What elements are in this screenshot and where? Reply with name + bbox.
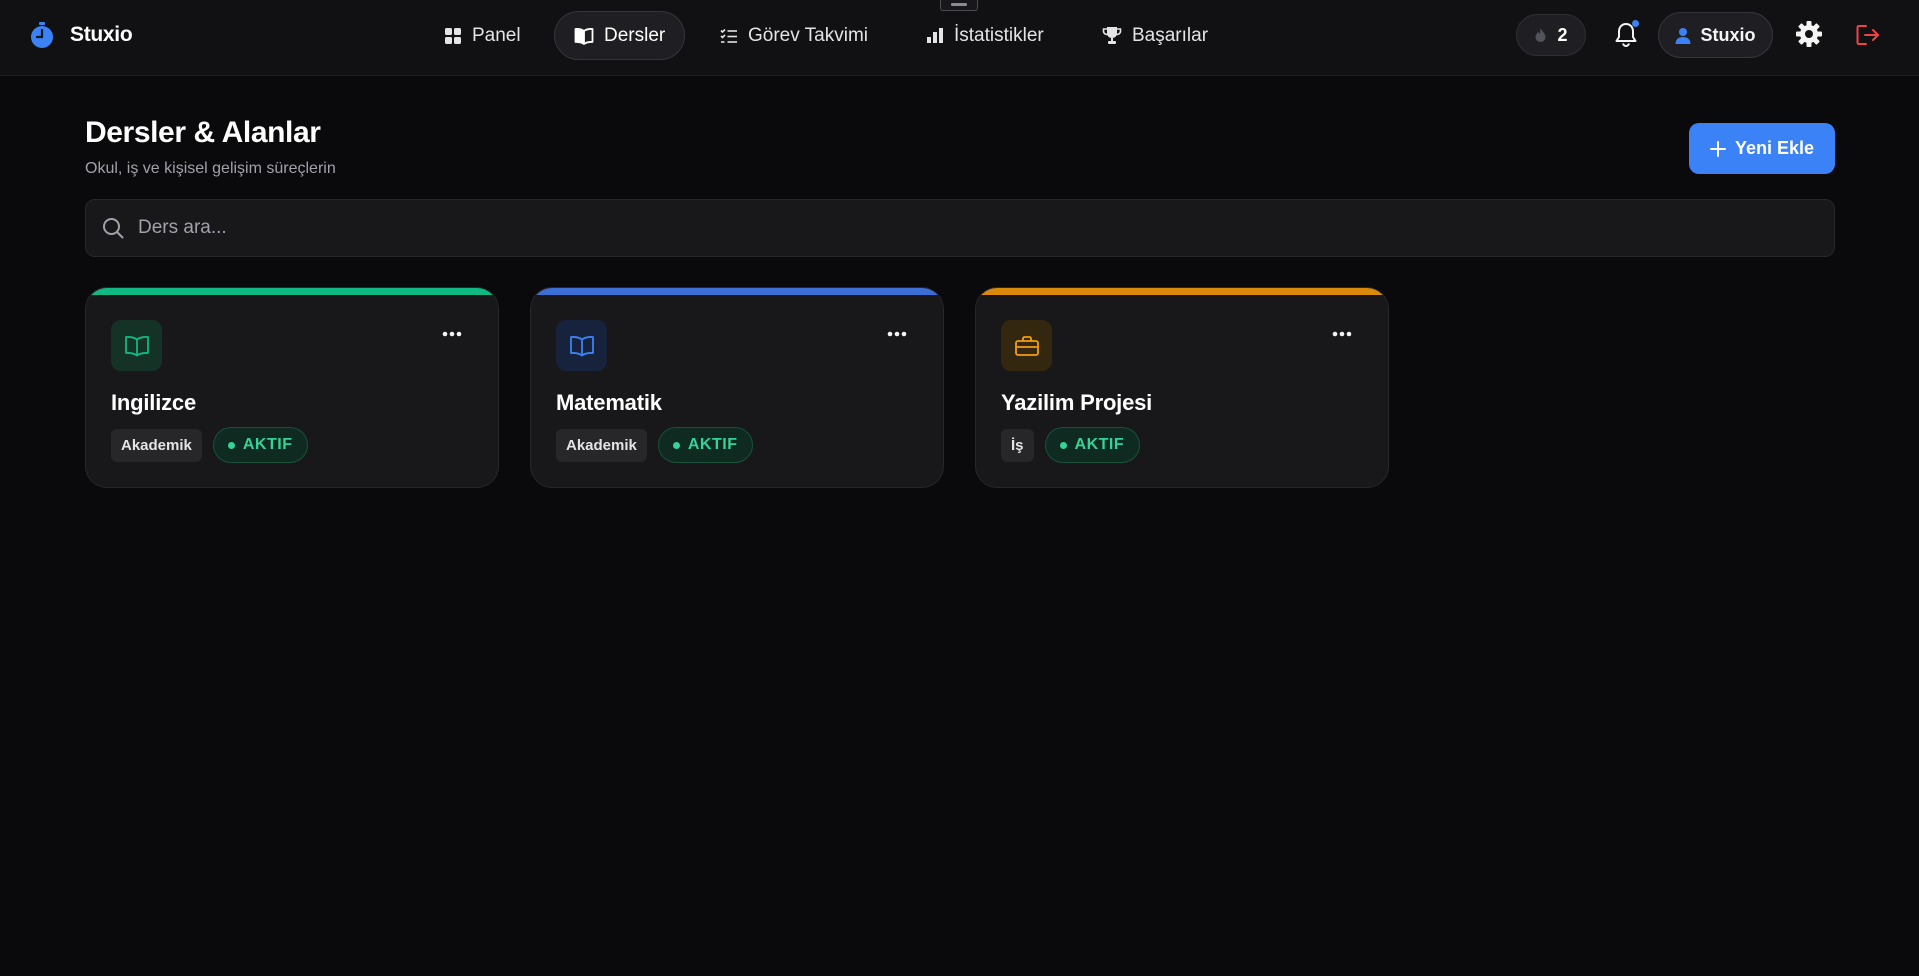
status-badge: AKTIF — [212, 427, 309, 463]
top-navbar: Stuxio Panel Dersler Görev Takvimi İstat… — [0, 0, 1919, 76]
card-tags: Akademik AKTIF — [556, 427, 754, 463]
logout-button[interactable] — [1853, 20, 1883, 50]
trophy-icon — [1102, 27, 1122, 44]
card-title: Yazilim Projesi — [1001, 390, 1153, 415]
user-menu-button[interactable]: Stuxio — [1658, 12, 1773, 58]
more-horizontal-icon — [442, 331, 462, 337]
add-new-label: Yeni Ekle — [1734, 138, 1815, 158]
brand[interactable]: Stuxio — [28, 20, 133, 50]
settings-button[interactable] — [1793, 18, 1825, 50]
card-title: Matematik — [556, 390, 662, 415]
page-title: Dersler & Alanlar — [85, 116, 321, 149]
gear-icon — [1796, 21, 1822, 47]
logout-icon — [1856, 25, 1879, 45]
card-accent-bar — [976, 288, 1388, 295]
nav-item-basarilar[interactable]: Başarılar — [1083, 11, 1227, 60]
status-badge: AKTIF — [1044, 427, 1141, 463]
brand-name: Stuxio — [70, 23, 133, 46]
status-dot — [227, 441, 235, 449]
streak-count: 2 — [1557, 24, 1568, 45]
nav-label: Panel — [472, 24, 521, 46]
book-open-icon — [556, 320, 607, 371]
card-tags: İş AKTIF — [1001, 427, 1141, 463]
course-card-ingilizce[interactable]: Ingilizce Akademik AKTIF — [85, 287, 499, 488]
course-card-yazilim-projesi[interactable]: Yazilim Projesi İş AKTIF — [975, 287, 1389, 488]
notifications-button[interactable] — [1608, 17, 1644, 53]
status-label: AKTIF — [687, 436, 738, 453]
nav-item-panel[interactable]: Panel — [425, 11, 540, 60]
nav-label: Görev Takvimi — [748, 24, 869, 46]
nav-label: Başarılar — [1132, 24, 1209, 46]
more-horizontal-icon — [887, 331, 907, 337]
streak-counter[interactable]: 2 — [1516, 14, 1586, 56]
nav-item-gorev-takvimi[interactable]: Görev Takvimi — [701, 11, 887, 60]
nav-item-istatistikler[interactable]: İstatistikler — [907, 11, 1063, 60]
status-label: AKTIF — [242, 436, 293, 453]
plus-icon — [1709, 140, 1726, 157]
search-input[interactable] — [138, 200, 1834, 256]
flame-icon — [1535, 28, 1546, 42]
course-card-matematik[interactable]: Matematik Akademik AKTIF — [530, 287, 944, 488]
bar-chart-icon — [927, 28, 943, 43]
status-label: AKTIF — [1074, 436, 1125, 453]
search-bar — [85, 199, 1835, 257]
status-dot — [672, 441, 680, 449]
grid-icon — [445, 27, 461, 44]
add-new-button[interactable]: Yeni Ekle — [1689, 123, 1835, 174]
card-more-button[interactable] — [1328, 324, 1356, 344]
status-badge: AKTIF — [657, 427, 754, 463]
nav-label: İstatistikler — [954, 24, 1044, 46]
more-horizontal-icon — [1332, 331, 1352, 337]
category-tag: Akademik — [556, 428, 647, 462]
search-icon — [103, 218, 124, 239]
card-tags: Akademik AKTIF — [111, 427, 309, 463]
card-more-button[interactable] — [883, 324, 911, 344]
window-drag-handle[interactable] — [940, 0, 978, 11]
card-more-button[interactable] — [438, 324, 466, 344]
card-accent-bar — [531, 288, 943, 295]
stopwatch-icon — [28, 21, 56, 49]
user-name: Stuxio — [1700, 24, 1756, 45]
category-tag: Akademik — [111, 428, 202, 462]
nav-label: Dersler — [604, 24, 666, 46]
page-subtitle: Okul, iş ve kişisel gelişim süreçlerin — [85, 160, 336, 177]
briefcase-icon — [1001, 320, 1052, 371]
notification-dot — [1632, 20, 1639, 27]
list-checks-icon — [720, 28, 737, 43]
book-open-icon — [111, 320, 162, 371]
status-dot — [1059, 441, 1067, 449]
card-title: Ingilizce — [111, 390, 196, 415]
user-icon — [1675, 27, 1691, 44]
card-accent-bar — [86, 288, 498, 295]
nav-item-dersler[interactable]: Dersler — [554, 11, 686, 60]
category-tag: İş — [1001, 428, 1034, 462]
book-open-icon — [574, 27, 594, 45]
